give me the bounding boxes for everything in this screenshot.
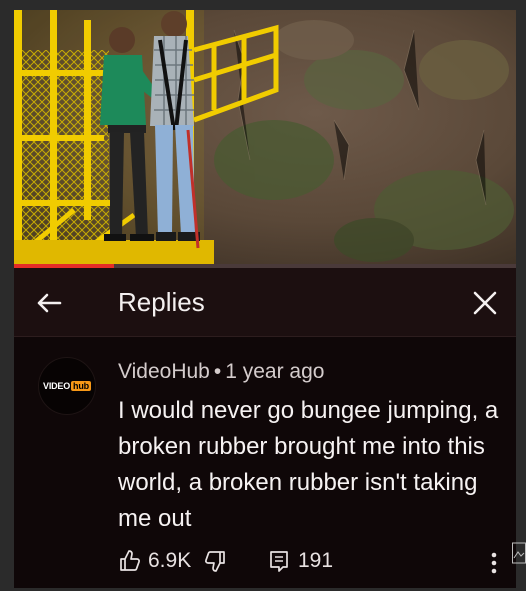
back-button[interactable] (32, 286, 66, 320)
close-icon (473, 291, 497, 315)
meta-separator: • (213, 360, 222, 383)
comment-time[interactable]: 1 year ago (225, 360, 324, 383)
replies-header: Replies (14, 268, 516, 337)
like-count: 6.9K (148, 549, 192, 572)
replies-title: Replies (118, 287, 205, 317)
thumbs-down-icon (205, 551, 225, 572)
comment-author[interactable]: VideoHub (118, 360, 210, 383)
arrow-left-icon (37, 293, 62, 313)
dislike-button[interactable] (203, 549, 227, 573)
comment-meta: VideoHub • 1 year ago (118, 359, 324, 385)
comment-actions: 6.9K 191 (118, 549, 516, 577)
more-options-button[interactable] (490, 551, 498, 575)
thumbs-up-icon (120, 550, 140, 571)
avatar[interactable]: VIDEO hub (38, 357, 96, 415)
logo-text-right: hub (71, 381, 91, 391)
replies-screen: Replies VIDEO hub VideoHub • 1 year ago I w… (14, 10, 516, 588)
logo-text-left: VIDEO (43, 381, 71, 391)
like-button[interactable]: 6.9K (118, 549, 191, 573)
close-button[interactable] (468, 286, 502, 320)
reply-count: 191 (298, 549, 334, 572)
video-player[interactable] (14, 10, 516, 268)
image-corner-icon (512, 542, 526, 564)
more-vertical-icon (491, 552, 497, 574)
comment-item: VIDEO hub VideoHub • 1 year ago I would nev… (14, 337, 516, 588)
videohub-logo: VIDEO hub (43, 381, 91, 391)
comment-text: I would never go bungee jumping, a broke… (118, 397, 499, 532)
reply-icon (270, 551, 288, 572)
replies-button[interactable]: 191 (268, 549, 333, 573)
video-frame-image (14, 10, 516, 268)
